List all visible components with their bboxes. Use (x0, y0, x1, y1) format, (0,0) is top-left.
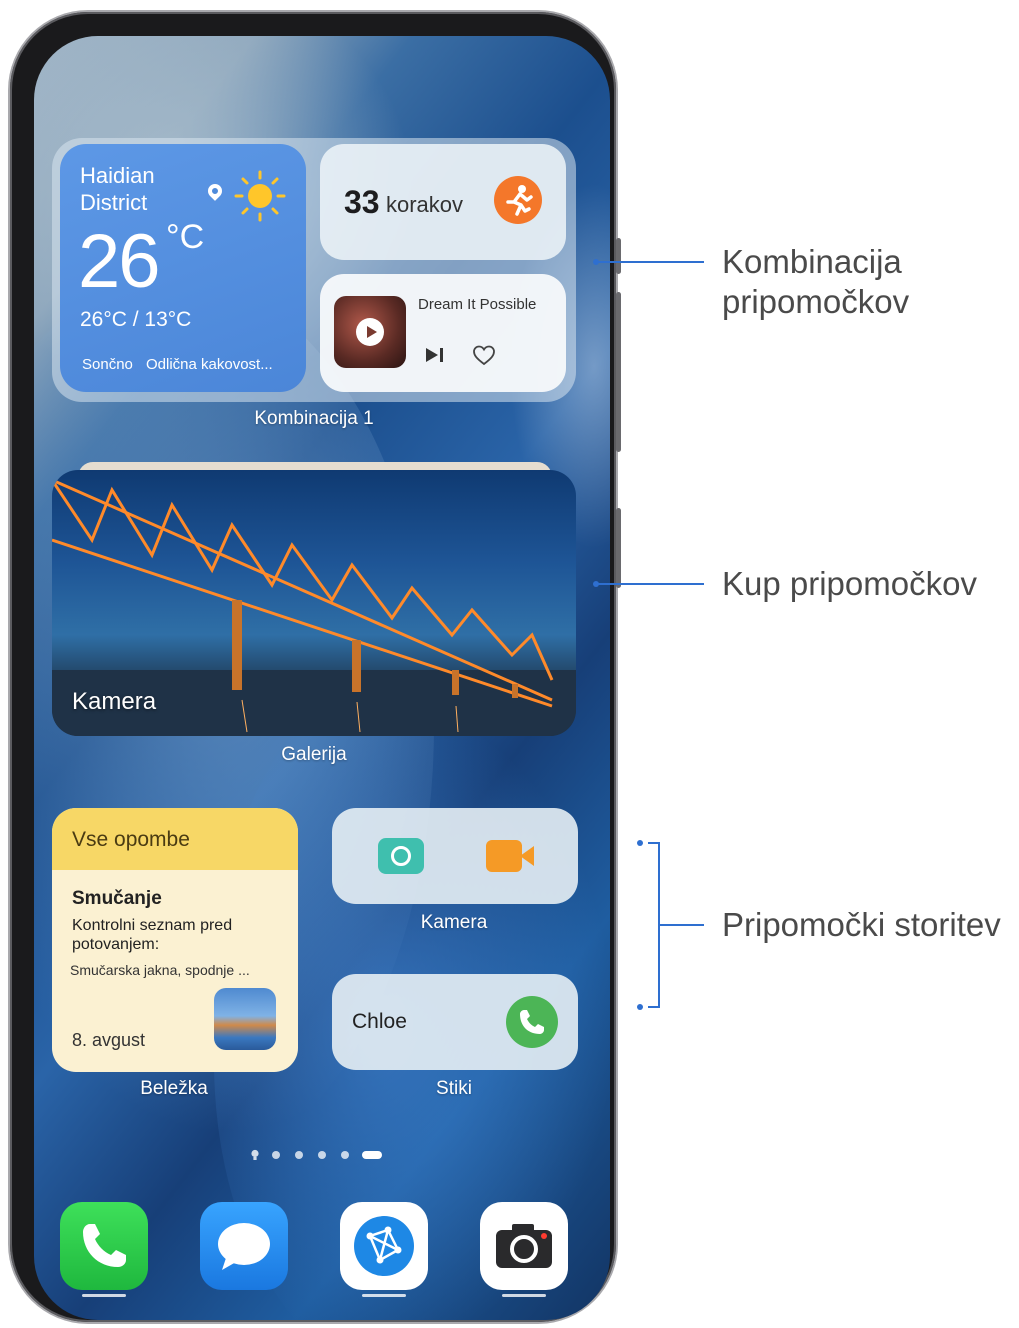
camera-widget[interactable] (332, 808, 578, 904)
page-dot[interactable] (272, 1151, 280, 1159)
notes-header: Vse opombe (52, 808, 298, 870)
browser-app-icon[interactable] (340, 1202, 428, 1290)
heart-icon[interactable] (472, 344, 496, 366)
dock-indicator (502, 1294, 546, 1297)
contact-widget[interactable]: Chloe (332, 974, 578, 1070)
camera-app-icon[interactable] (480, 1202, 568, 1290)
note-date: 8. avgust (72, 1030, 146, 1050)
phone-frame: Haidian District 26 °C 26°C / 13°C Sončn… (10, 12, 621, 1322)
callout-line (596, 583, 704, 585)
page-dot[interactable] (295, 1151, 303, 1159)
camera-widget-label: Kamera (420, 912, 488, 933)
notes-widget[interactable]: Vse opombe Smučanje Kontrolni seznam pre… (52, 808, 298, 1072)
contact-name: Chloe (352, 1010, 407, 1033)
callout-service: Pripomočki storitev (722, 906, 1001, 943)
notes-header-title: Vse opombe (72, 828, 190, 851)
running-icon (494, 176, 542, 224)
play-icon[interactable] (356, 318, 384, 346)
home-screen: Haidian District 26 °C 26°C / 13°C Sončn… (34, 36, 610, 1320)
callout-combination: Kombinacija pripomočkov (722, 243, 910, 320)
callout-line (596, 261, 704, 263)
next-track-icon[interactable] (424, 346, 446, 364)
temperature-unit: °C (166, 218, 205, 256)
note-items: Smučarska jakna, spodnje ... (70, 962, 250, 978)
gallery-widget[interactable]: Kamera (52, 470, 576, 736)
music-widget[interactable]: Dream It Possible (320, 274, 566, 392)
combination-label: Kombinacija 1 (254, 408, 374, 429)
temperature-range: 26°C / 13°C (80, 308, 192, 331)
steps-count: 33 (344, 184, 380, 220)
power-button (616, 508, 621, 588)
page-indicator[interactable] (250, 1148, 400, 1160)
weather-condition: Sončno (82, 356, 133, 373)
album-art[interactable] (334, 296, 406, 368)
note-title: Smučanje (72, 888, 162, 909)
note-thumbnail (214, 988, 276, 1050)
callout-line (660, 924, 704, 926)
page-dot[interactable] (318, 1151, 326, 1159)
page-dot-active[interactable] (362, 1151, 382, 1159)
gallery-label: Galerija (281, 744, 347, 765)
gallery-caption: Kamera (72, 688, 157, 715)
sun-icon (234, 170, 286, 222)
bulb-icon (251, 1149, 259, 1160)
callout-bracket (648, 842, 660, 1008)
contact-widget-label: Stiki (436, 1078, 472, 1099)
photo-camera-icon[interactable] (378, 838, 424, 874)
location-pin-icon (205, 181, 225, 201)
weather-widget[interactable]: Haidian District 26 °C 26°C / 13°C Sončn… (60, 144, 306, 392)
current-temperature: 26 (78, 219, 161, 304)
note-body: Kontrolni seznam pred potovanjem: (72, 917, 233, 953)
callout-stack: Kup pripomočkov (722, 565, 977, 602)
side-button (616, 238, 621, 274)
video-camera-icon[interactable] (486, 840, 534, 872)
notes-label: Beležka (140, 1078, 208, 1099)
steps-widget[interactable]: 33 korakov (320, 144, 566, 260)
air-quality: Odlična kakovost... (146, 356, 273, 373)
steps-label: korakov (386, 192, 464, 217)
dock-indicator (362, 1294, 406, 1297)
messages-app-icon[interactable] (200, 1202, 288, 1290)
call-button[interactable] (506, 996, 558, 1048)
callout-dot (637, 840, 643, 846)
dock-indicator (82, 1294, 126, 1297)
page-dot[interactable] (341, 1151, 349, 1159)
weather-city: Haidian District (80, 163, 155, 215)
callout-dot (637, 1004, 643, 1010)
phone-app-icon[interactable] (60, 1202, 148, 1290)
phone-icon (520, 1010, 544, 1034)
volume-button (616, 292, 621, 452)
song-title: Dream It Possible (418, 296, 537, 313)
